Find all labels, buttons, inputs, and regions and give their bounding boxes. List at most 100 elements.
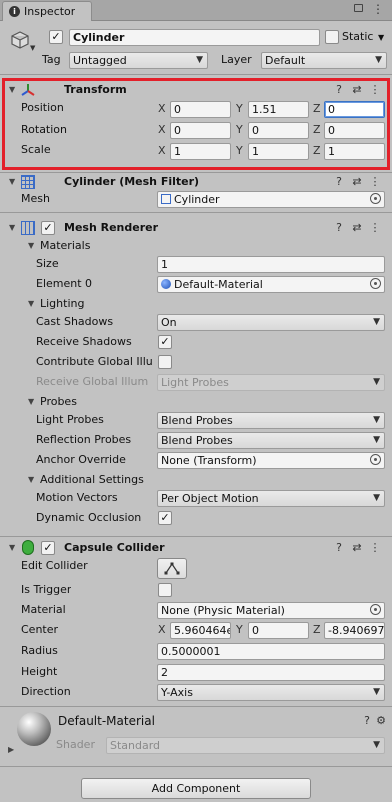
context-menu-icon[interactable]: ⋮ [368,83,382,97]
probes-label[interactable]: Probes [40,394,77,410]
info-icon: i [9,6,20,17]
object-picker-icon[interactable] [370,604,381,615]
scale-z-field[interactable]: 1 [324,143,385,160]
divider [0,74,392,75]
add-component-button[interactable]: Add Component [81,778,311,799]
foldout-arrow[interactable]: ▼ [28,472,34,488]
context-menu-icon[interactable]: ⋮ [368,221,382,235]
foldout-arrow[interactable]: ▼ [9,540,15,556]
center-z-field[interactable]: -8.940697 [324,622,385,639]
axis-x-label[interactable]: X [158,101,166,117]
reflection-probes-label: Reflection Probes [36,433,132,446]
chevron-down-icon: ▼ [373,687,380,697]
mesh-renderer-enabled-checkbox[interactable]: ✓ [41,221,55,235]
reflection-probes-dropdown[interactable]: Blend Probes ▼ [157,432,385,449]
axis-z-label[interactable]: Z [313,622,321,638]
axis-z-label[interactable]: Z [313,122,321,138]
object-picker-icon[interactable] [370,193,381,204]
physic-material-field[interactable]: None (Physic Material) [157,602,385,619]
axis-y-label[interactable]: Y [236,122,243,138]
capsule-collider-icon [22,540,34,555]
contribute-gi-checkbox[interactable] [158,355,172,369]
light-probes-label: Light Probes [36,413,104,426]
additional-settings-label[interactable]: Additional Settings [40,472,144,488]
preset-icon[interactable]: ⇄ [350,83,364,97]
chevron-down-icon: ▼ [373,415,380,425]
size-field[interactable]: 1 [157,256,385,273]
layer-dropdown[interactable]: Default ▼ [261,52,387,69]
is-trigger-checkbox[interactable] [158,583,172,597]
preset-icon[interactable]: ⇄ [350,221,364,235]
foldout-arrow[interactable]: ▼ [28,394,34,410]
axis-y-label[interactable]: Y [236,143,243,159]
object-name-field[interactable]: Cylinder [69,29,320,46]
receive-shadows-checkbox[interactable]: ✓ [158,335,172,349]
radius-field[interactable]: 0.5000001 [157,643,385,660]
dynamic-occlusion-checkbox[interactable]: ✓ [158,511,172,525]
preset-icon[interactable]: ⇄ [350,541,364,555]
help-icon[interactable]: ? [332,541,346,555]
chevron-down-icon: ▼ [375,55,382,65]
tab-inspector[interactable]: i Inspector [2,1,92,21]
center-y-field[interactable]: 0 [248,622,309,639]
mesh-object-field[interactable]: Cylinder [157,191,385,208]
element0-field[interactable]: Default-Material [157,276,385,293]
edit-collider-label: Edit Collider [21,559,88,572]
foldout-arrow[interactable]: ▼ [9,82,15,98]
edit-collider-button[interactable] [157,558,187,579]
capsule-collider-enabled-checkbox[interactable]: ✓ [41,541,55,555]
position-x-field[interactable]: 0 [170,101,231,118]
object-picker-icon[interactable] [370,278,381,289]
foldout-arrow[interactable]: ▶ [8,742,14,758]
cast-shadows-dropdown[interactable]: On ▼ [157,314,385,331]
light-probes-dropdown[interactable]: Blend Probes ▼ [157,412,385,429]
help-icon[interactable]: ? [332,175,346,189]
axis-x-label[interactable]: X [158,143,166,159]
preset-icon[interactable]: ⇄ [350,175,364,189]
height-field[interactable]: 2 [157,664,385,681]
center-x-field[interactable]: 5.960464e [170,622,231,639]
tab-menu-icon[interactable]: ⋮ [372,2,384,16]
divider [0,172,392,173]
lock-icon[interactable] [354,4,363,12]
icon-dropdown-arrow[interactable]: ▼ [30,44,35,52]
foldout-arrow[interactable]: ▼ [9,220,15,236]
direction-dropdown[interactable]: Y-Axis ▼ [157,684,385,701]
axis-z-label[interactable]: Z [313,101,321,117]
scale-x-field[interactable]: 1 [170,143,231,160]
context-menu-icon[interactable]: ⋮ [368,175,382,189]
static-checkbox[interactable] [325,30,339,44]
layer-value: Default [265,54,306,67]
help-icon[interactable]: ? [360,714,374,728]
scale-y-field[interactable]: 1 [248,143,309,160]
rotation-y-field[interactable]: 0 [248,122,309,139]
position-y-field[interactable]: 1.51 [248,101,309,118]
help-icon[interactable]: ? [332,83,346,97]
settings-gear-icon[interactable]: ⚙ [374,714,388,728]
position-z-field[interactable]: 0 [324,101,385,118]
object-picker-icon[interactable] [370,454,381,465]
axis-z-label[interactable]: Z [313,143,321,159]
foldout-arrow[interactable]: ▼ [9,174,15,190]
static-dropdown-arrow[interactable]: ▼ [378,33,384,42]
axis-y-label[interactable]: Y [236,622,243,638]
receive-gi-value: Light Probes [161,376,229,389]
help-icon[interactable]: ? [332,221,346,235]
lighting-label[interactable]: Lighting [40,296,84,312]
materials-label[interactable]: Materials [40,238,90,254]
divider [0,766,392,767]
rotation-z-field[interactable]: 0 [324,122,385,139]
motion-vectors-label: Motion Vectors [36,491,118,504]
foldout-arrow[interactable]: ▼ [28,238,34,254]
tag-dropdown[interactable]: Untagged ▼ [69,52,208,69]
foldout-arrow[interactable]: ▼ [28,296,34,312]
axis-x-label[interactable]: X [158,622,166,638]
context-menu-icon[interactable]: ⋮ [368,541,382,555]
active-checkbox[interactable]: ✓ [49,30,63,44]
axis-x-label[interactable]: X [158,122,166,138]
anchor-override-field[interactable]: None (Transform) [157,452,385,469]
axis-y-label[interactable]: Y [236,101,243,117]
material-preview-icon[interactable] [17,712,51,746]
rotation-x-field[interactable]: 0 [170,122,231,139]
motion-vectors-dropdown[interactable]: Per Object Motion ▼ [157,490,385,507]
